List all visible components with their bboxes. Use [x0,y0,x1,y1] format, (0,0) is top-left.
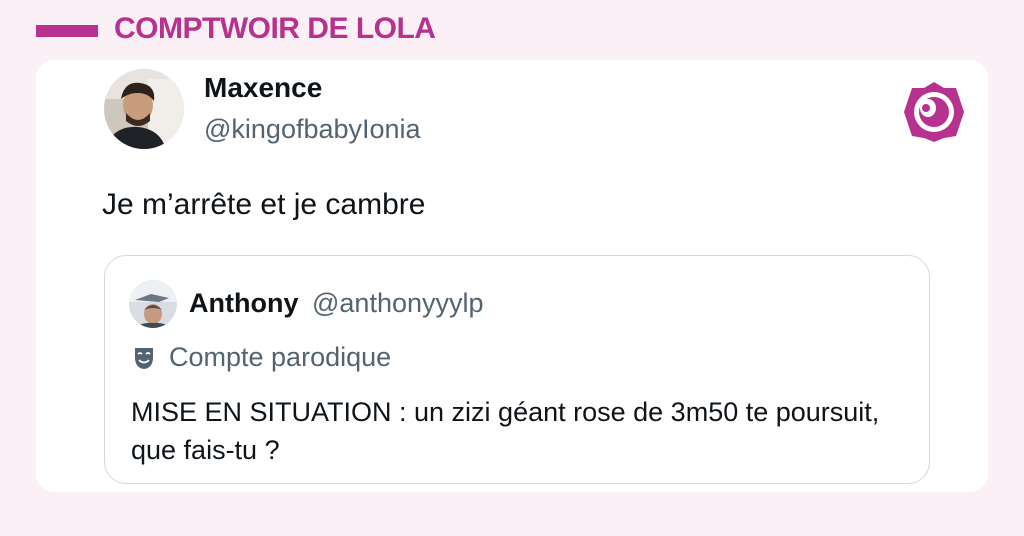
theater-mask-icon [131,345,157,371]
author-avatar[interactable] [104,69,184,149]
quoted-author-handle[interactable]: @anthonyyylp [312,288,484,318]
author-handle[interactable]: @kingofbabyIonia [204,114,421,145]
quoted-tweet-text: MISE EN SITUATION : un zizi géant rose d… [131,397,880,465]
author-name[interactable]: Maxence [204,72,322,104]
brand-logo-icon [902,80,966,144]
quoted-header: Anthony @anthonyyylp [189,288,484,319]
brand-title: COMPTWOIR DE LOLA [114,12,436,45]
parody-label: Compte parodique [169,342,392,372]
tweet-card: Maxence @kingofbabyIonia Je m’arrête et … [36,60,988,492]
parody-badge: Compte parodique [131,342,391,373]
quoted-tweet[interactable]: Anthony @anthonyyylp Compte parodique MI… [104,255,930,484]
brand-accent-bar [36,25,98,37]
tweet-text: Je m’arrête et je cambre [102,188,426,221]
quoted-author-name[interactable]: Anthony [189,288,298,318]
quoted-author-avatar[interactable] [129,280,177,328]
